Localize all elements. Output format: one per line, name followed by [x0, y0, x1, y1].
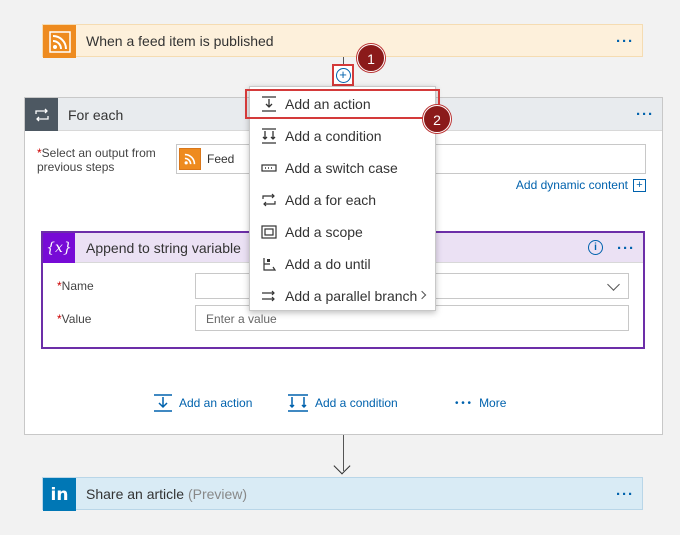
condition-icon	[261, 128, 277, 144]
rss-icon	[179, 148, 201, 170]
menu-item-add-for-each[interactable]: Add a for each	[250, 184, 435, 216]
share-title: Share an article (Preview)	[86, 486, 248, 502]
parallel-icon	[261, 288, 277, 304]
menu-item-add-switch-case[interactable]: Add a switch case	[250, 152, 435, 184]
highlight-box	[245, 89, 440, 119]
foreach-title: For each	[68, 107, 124, 123]
share-article-card[interactable]: in Share an article (Preview) ···	[42, 477, 643, 511]
trigger-more-button[interactable]: ···	[616, 34, 634, 49]
append-more-button[interactable]: ···	[617, 241, 635, 256]
chevron-right-icon	[417, 290, 427, 300]
value-label: *Value	[57, 312, 92, 326]
menu-item-add-do-until[interactable]: Add a do until	[250, 248, 435, 280]
loop-icon	[25, 98, 58, 131]
foreach-icon	[261, 192, 277, 208]
info-icon[interactable]: i	[588, 240, 603, 255]
rss-icon	[43, 25, 76, 58]
menu-item-add-parallel-branch[interactable]: Add a parallel branch	[250, 280, 435, 312]
add-action-button[interactable]: Add an action	[153, 393, 252, 413]
step-badge-2: 2	[423, 105, 451, 133]
insert-step-button[interactable]: +	[332, 64, 354, 86]
scope-icon	[261, 224, 277, 240]
trigger-title: When a feed item is published	[86, 33, 274, 49]
foreach-more-button[interactable]: ···	[636, 107, 654, 122]
more-actions-button[interactable]: • • • More	[455, 396, 506, 410]
append-title: Append to string variable	[86, 240, 241, 256]
chevron-down-icon	[607, 278, 620, 291]
more-dots-icon: • • •	[455, 397, 472, 409]
arrow-down-icon	[333, 457, 351, 475]
output-label: *Select an output from previous steps	[37, 146, 156, 174]
add-dynamic-content-link[interactable]: Add dynamic content +	[516, 178, 646, 192]
switch-icon	[261, 160, 277, 176]
add-icon: +	[633, 178, 646, 192]
condition-icon	[288, 394, 308, 412]
menu-item-add-condition[interactable]: Add a condition	[250, 120, 435, 152]
menu-item-add-scope[interactable]: Add a scope	[250, 216, 435, 248]
variable-icon: {x}	[43, 233, 75, 263]
feed-token[interactable]: Feed	[179, 147, 239, 171]
linkedin-icon: in	[43, 478, 76, 511]
insert-step-menu: Add an action Add a condition Add a swit…	[249, 86, 436, 311]
trigger-card[interactable]: When a feed item is published ···	[42, 24, 643, 58]
plus-icon: +	[335, 67, 351, 83]
step-badge-1: 1	[357, 44, 385, 72]
share-more-button[interactable]: ···	[616, 487, 634, 502]
dountil-icon	[261, 256, 277, 272]
add-condition-button[interactable]: Add a condition	[287, 393, 398, 413]
name-label: *Name	[57, 279, 94, 293]
action-icon	[154, 394, 172, 412]
